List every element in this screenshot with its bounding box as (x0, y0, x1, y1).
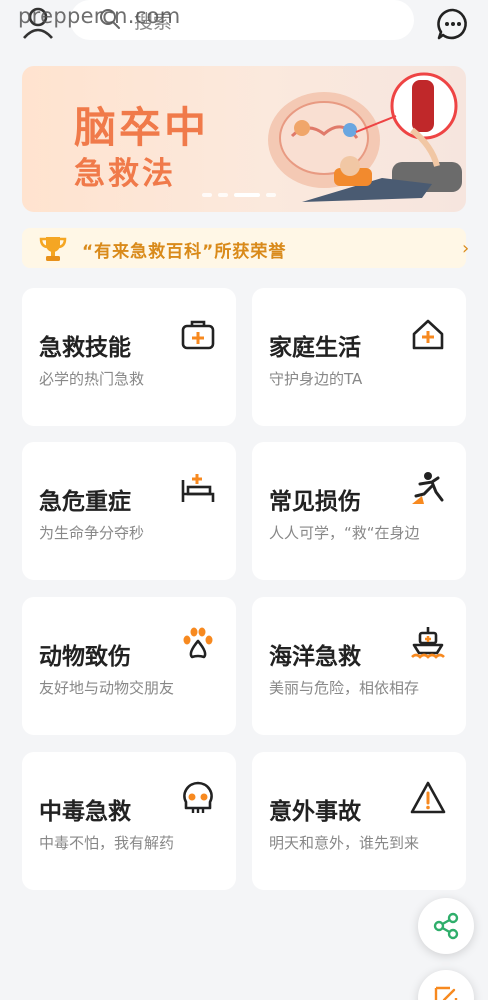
card-subtitle: 守护身边的TA (269, 370, 363, 388)
card-subtitle: 明天和意外，谁先到来 (269, 834, 420, 852)
falling-person-icon (412, 472, 444, 504)
card-title: 常见损伤 (269, 489, 361, 515)
home-plus-icon (412, 319, 444, 350)
category-card-common-injuries[interactable]: 常见损伤 人人可学，“救“在身边 (252, 442, 466, 580)
category-card-critical-illness[interactable]: 急危重症 为生命争分夺秒 (22, 442, 236, 580)
ship-icon (411, 627, 445, 659)
card-subtitle: 友好地与动物交朋友 (39, 679, 175, 697)
card-title: 中毒急救 (39, 799, 131, 825)
watermark: preppercn.com (18, 4, 181, 28)
message-icon[interactable] (436, 7, 470, 41)
skull-icon (183, 781, 213, 813)
edit-button[interactable] (418, 970, 474, 1000)
card-subtitle: 中毒不怕，我有解药 (39, 834, 175, 852)
chevron-right-icon: › (462, 238, 470, 259)
honor-text: “有来急救百科”所获荣誉 (82, 242, 287, 262)
honor-banner[interactable]: “有来急救百科”所获荣誉 › (22, 228, 470, 268)
carousel-dot (218, 193, 228, 197)
share-icon (433, 912, 459, 940)
card-title: 急救技能 (39, 335, 131, 361)
top-bar: 搜索 preppercn.com (0, 0, 488, 56)
card-title: 意外事故 (269, 799, 361, 825)
first-aid-kit-icon (181, 320, 215, 350)
carousel-dot (202, 193, 212, 197)
card-title: 急危重症 (39, 489, 131, 515)
category-card-marine-first-aid[interactable]: 海洋急救 美丽与危险，相依相存 (252, 597, 466, 735)
card-subtitle: 为生命争分夺秒 (39, 524, 145, 542)
card-subtitle: 人人可学，“救“在身边 (269, 524, 420, 542)
card-title: 海洋急救 (269, 644, 361, 670)
hospital-bed-icon (181, 474, 215, 502)
category-card-animal-injuries[interactable]: 动物致伤 友好地与动物交朋友 (22, 597, 236, 735)
trophy-icon (39, 237, 67, 261)
promo-banner[interactable]: 脑卒中 急救法 (22, 66, 466, 212)
banner-title: 脑卒中 (74, 103, 210, 152)
warning-icon (410, 781, 446, 814)
carousel-dot-active (234, 193, 260, 197)
banner-subtitle: 急救法 (74, 156, 176, 192)
stroke-illustration (268, 72, 462, 202)
card-title: 家庭生活 (269, 335, 361, 361)
category-card-accidents[interactable]: 意外事故 明天和意外，谁先到来 (252, 752, 466, 890)
card-subtitle: 必学的热门急救 (39, 370, 145, 388)
category-card-poisoning-first-aid[interactable]: 中毒急救 中毒不怕，我有解药 (22, 752, 236, 890)
card-subtitle: 美丽与危险，相依相存 (269, 679, 420, 697)
share-button[interactable] (418, 898, 474, 954)
carousel-indicator (202, 193, 276, 197)
paw-icon (183, 627, 213, 659)
category-card-home-life[interactable]: 家庭生活 守护身边的TA (252, 288, 466, 426)
carousel-dot (266, 193, 276, 197)
edit-icon (434, 986, 458, 1000)
card-title: 动物致伤 (39, 644, 131, 670)
category-card-first-aid-skills[interactable]: 急救技能 必学的热门急救 (22, 288, 236, 426)
